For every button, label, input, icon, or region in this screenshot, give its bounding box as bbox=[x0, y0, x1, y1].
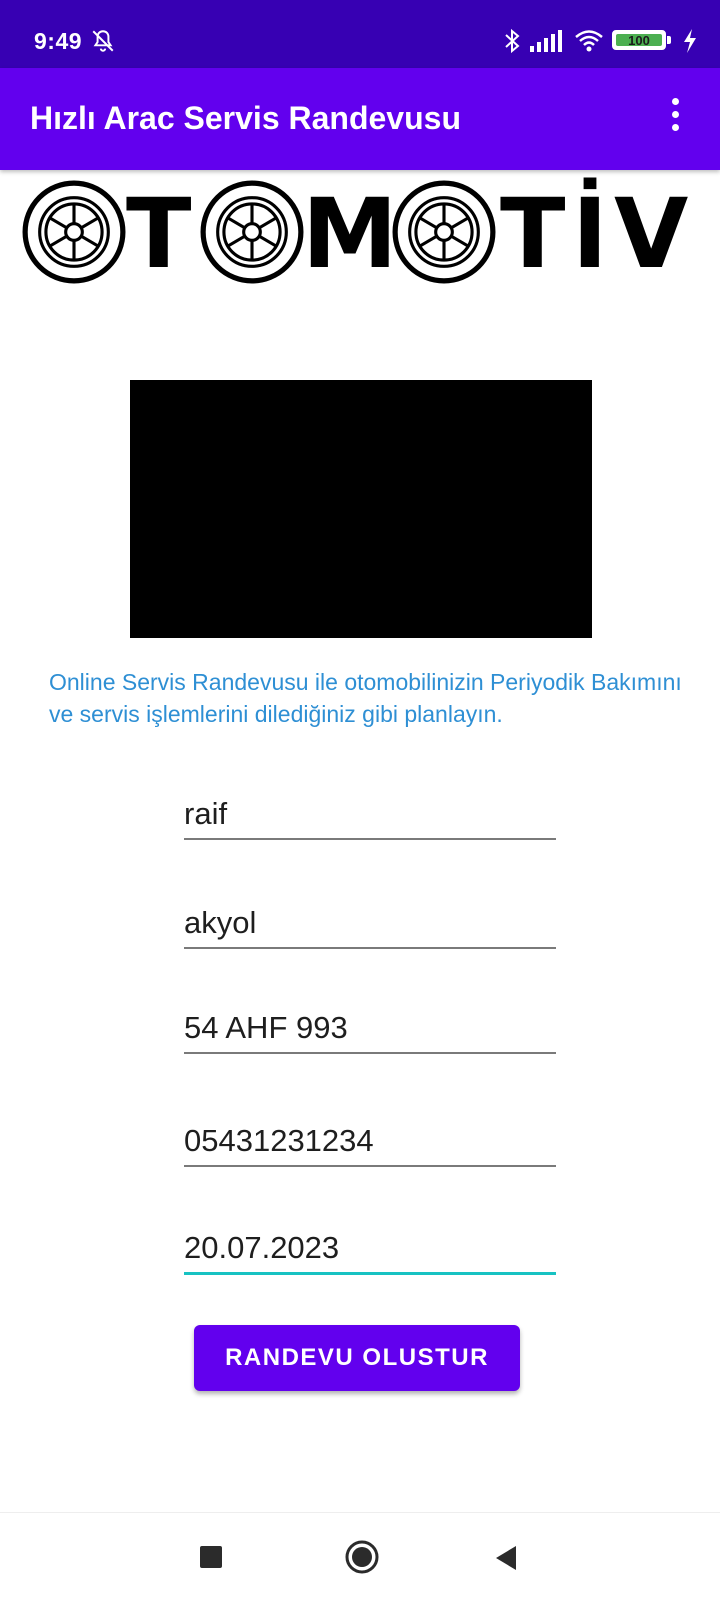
logo-letter: M bbox=[302, 178, 398, 290]
last-name-input[interactable] bbox=[184, 905, 556, 941]
plate-field[interactable] bbox=[184, 1004, 556, 1054]
phone-field[interactable] bbox=[184, 1117, 556, 1167]
date-input[interactable] bbox=[184, 1230, 556, 1266]
notifications-off-icon bbox=[92, 30, 114, 52]
wheel-icon bbox=[392, 180, 496, 284]
first-name-input[interactable] bbox=[184, 796, 556, 832]
home-icon[interactable] bbox=[344, 1539, 380, 1575]
last-name-field[interactable] bbox=[184, 899, 556, 949]
logo-letter: V bbox=[614, 178, 689, 290]
battery-level: 100 bbox=[628, 33, 650, 48]
intro-text: Online Servis Randevusu ile otomobiliniz… bbox=[49, 669, 682, 727]
logo-letter: T bbox=[500, 178, 566, 290]
battery-icon: 100 bbox=[612, 30, 674, 52]
wheel-icon bbox=[200, 180, 304, 284]
page-title: Hızlı Arac Servis Randevusu bbox=[30, 100, 461, 136]
recents-icon[interactable] bbox=[200, 1546, 222, 1568]
create-appointment-button[interactable]: RANDEVU OLUSTUR bbox=[194, 1325, 520, 1391]
status-bar: 9:49 100 bbox=[0, 0, 720, 68]
more-vert-icon[interactable] bbox=[670, 98, 680, 134]
banner-image bbox=[130, 380, 592, 638]
charging-icon bbox=[684, 29, 696, 53]
wheel-icon bbox=[22, 180, 126, 284]
navigation-bar bbox=[0, 1512, 720, 1601]
logo: T M T İ V bbox=[22, 180, 702, 285]
plate-input[interactable] bbox=[184, 1010, 556, 1046]
phone-input[interactable] bbox=[184, 1123, 556, 1159]
wifi-icon bbox=[575, 30, 603, 52]
logo-letter: T bbox=[126, 178, 192, 290]
bluetooth-icon bbox=[505, 28, 520, 54]
status-time: 9:49 bbox=[34, 28, 83, 54]
back-icon[interactable] bbox=[494, 1545, 518, 1571]
date-field[interactable] bbox=[184, 1225, 556, 1275]
first-name-field[interactable] bbox=[184, 790, 556, 840]
signal-icon bbox=[530, 30, 562, 52]
status-icons: 100 bbox=[478, 28, 698, 56]
app-bar: Hızlı Arac Servis Randevusu bbox=[0, 68, 720, 170]
logo-letter: İ bbox=[572, 178, 608, 290]
